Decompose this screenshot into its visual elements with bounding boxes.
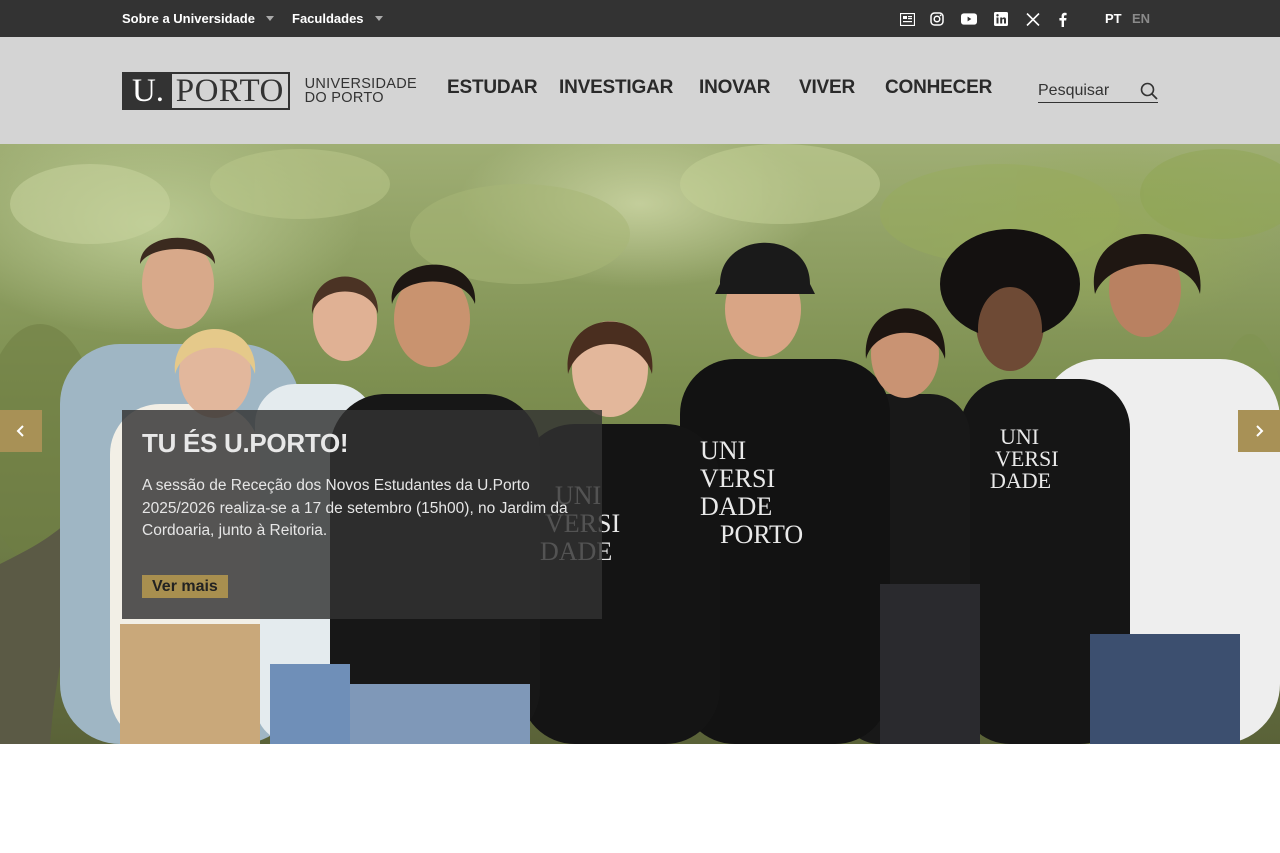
logo-wordmark: UNIVERSIDADE DO PORTO bbox=[304, 76, 417, 106]
svg-text:DADE: DADE bbox=[700, 492, 772, 521]
svg-text:VERSI: VERSI bbox=[700, 464, 775, 493]
menu-label: Sobre a Universidade bbox=[122, 11, 255, 26]
hero-title: TU ÉS U.PORTO! bbox=[142, 428, 349, 458]
svg-text:PORTO: PORTO bbox=[720, 520, 803, 549]
caret-down-icon bbox=[265, 16, 274, 21]
logo-line-2: DO PORTO bbox=[304, 90, 384, 106]
chevron-left-icon bbox=[15, 423, 27, 439]
logo-u: U. bbox=[124, 74, 172, 108]
hero-text: A sessão de Receção dos Novos Estudantes… bbox=[142, 477, 568, 539]
top-bar: Sobre a Universidade Faculdades PT EN bbox=[0, 0, 1280, 37]
search-icon[interactable] bbox=[1140, 82, 1158, 100]
linkedin-icon[interactable] bbox=[993, 11, 1009, 27]
nav-viver[interactable]: VIVER bbox=[799, 77, 855, 99]
menu-sobre-universidade[interactable]: Sobre a Universidade bbox=[122, 0, 274, 37]
nav-inovar[interactable]: INOVAR bbox=[699, 77, 770, 99]
hero-carousel: UNI VERSI DADE PORTO UNI VERSI DADE UNI … bbox=[0, 144, 1280, 744]
svg-text:UNI: UNI bbox=[700, 436, 746, 465]
uporto-logo[interactable]: U. PORTO UNIVERSIDADE DO PORTO bbox=[122, 71, 417, 111]
search-box bbox=[1038, 79, 1158, 103]
main-header: U. PORTO UNIVERSIDADE DO PORTO ESTUDAR I… bbox=[0, 37, 1280, 144]
news-icon[interactable] bbox=[899, 11, 915, 27]
nav-conhecer[interactable]: CONHECER bbox=[885, 77, 992, 99]
nav-investigar[interactable]: INVESTIGAR bbox=[559, 77, 673, 99]
lang-pt[interactable]: PT bbox=[1105, 11, 1122, 26]
instagram-icon[interactable] bbox=[929, 11, 945, 27]
carousel-next-button[interactable] bbox=[1238, 410, 1280, 452]
nav-estudar[interactable]: ESTUDAR bbox=[447, 77, 538, 99]
carousel-prev-button[interactable] bbox=[0, 410, 42, 452]
svg-text:DADE: DADE bbox=[990, 468, 1051, 493]
ver-mais-button[interactable]: Ver mais bbox=[142, 575, 228, 598]
youtube-icon[interactable] bbox=[961, 11, 977, 27]
caret-down-icon bbox=[374, 16, 383, 21]
logo-line-1: UNIVERSIDADE bbox=[304, 76, 417, 92]
facebook-icon[interactable] bbox=[1054, 11, 1070, 27]
search-input[interactable] bbox=[1038, 79, 1134, 102]
menu-label: Faculdades bbox=[292, 11, 364, 26]
next-section-edge bbox=[122, 844, 422, 853]
lang-en[interactable]: EN bbox=[1132, 11, 1150, 26]
menu-faculdades[interactable]: Faculdades bbox=[292, 0, 383, 37]
logo-mark: U. PORTO bbox=[122, 72, 290, 110]
hero-caption: TU ÉS U.PORTO! A sessão de Receção dos N… bbox=[122, 410, 602, 619]
chevron-right-icon bbox=[1253, 423, 1265, 439]
logo-porto: PORTO bbox=[172, 74, 288, 108]
x-icon[interactable] bbox=[1025, 11, 1041, 27]
